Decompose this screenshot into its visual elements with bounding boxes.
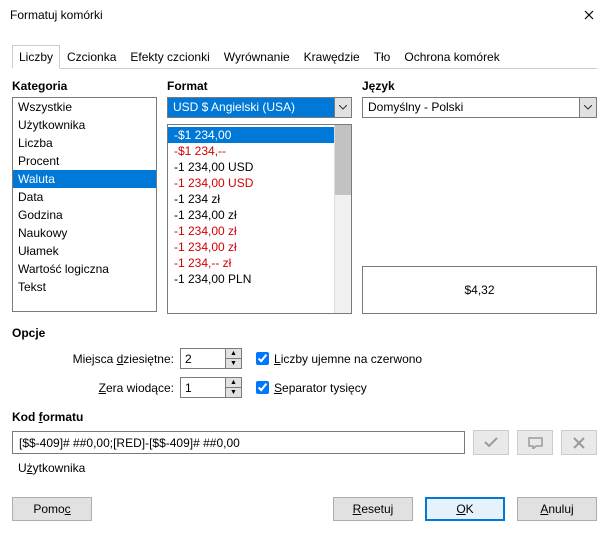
tab-tło[interactable]: Tło (367, 45, 398, 69)
leading-down[interactable]: ▼ (226, 388, 241, 397)
format-listbox[interactable]: -$1 234,00-$1 234,---1 234,00 USD-1 234,… (168, 125, 334, 313)
decimals-label: Miejsca dziesiętne: (73, 352, 174, 366)
apply-code-button[interactable] (473, 430, 509, 455)
format-item[interactable]: -1 234,00 zł (168, 223, 334, 239)
edit-note-button[interactable] (517, 430, 553, 455)
thousands-separator-label: Separator tysięcy (274, 381, 367, 395)
delete-code-button[interactable] (561, 430, 597, 455)
negative-red-label: Liczby ujemne na czerwono (274, 352, 422, 366)
format-label: Format (167, 79, 352, 93)
format-code-input[interactable] (12, 431, 465, 454)
language-combo-button[interactable] (579, 98, 596, 117)
format-combo-text: USD $ Angielski (USA) (168, 98, 334, 117)
category-label: Kategoria (12, 79, 157, 93)
category-item[interactable]: Waluta (13, 170, 156, 188)
window-title: Formatuj komórki (10, 8, 103, 22)
user-format-note: Użytkownika (12, 461, 597, 475)
category-item[interactable]: Użytkownika (13, 116, 156, 134)
category-item[interactable]: Godzina (13, 206, 156, 224)
leading-zeros-spinner[interactable]: ▲ ▼ (180, 377, 242, 398)
format-code-label: Kod formatu (12, 410, 597, 424)
language-label: Język (362, 79, 597, 93)
tab-krawędzie[interactable]: Krawędzie (297, 45, 367, 69)
category-listbox[interactable]: WszystkieUżytkownikaLiczbaProcentWalutaD… (12, 97, 157, 312)
delete-icon (573, 437, 585, 449)
leading-zeros-input[interactable] (181, 378, 225, 397)
decimals-spinner[interactable]: ▲ ▼ (180, 348, 242, 369)
leading-zeros-label: Zera wiodące: (99, 381, 174, 395)
chevron-down-icon (584, 105, 592, 110)
format-item[interactable]: -$1 234,00 (168, 127, 334, 143)
category-item[interactable]: Data (13, 188, 156, 206)
preview-box: $4,32 (362, 266, 597, 314)
category-item[interactable]: Liczba (13, 134, 156, 152)
format-item[interactable]: -1 234,-- zł (168, 255, 334, 271)
close-button[interactable] (569, 0, 609, 30)
category-item[interactable]: Ułamek (13, 242, 156, 260)
decimals-up[interactable]: ▲ (226, 349, 241, 359)
tab-czcionka[interactable]: Czcionka (60, 45, 123, 69)
cancel-button[interactable]: Anuluj (517, 497, 597, 521)
check-icon (484, 437, 498, 448)
tab-liczby[interactable]: Liczby (12, 45, 60, 69)
category-item[interactable]: Wartość logiczna (13, 260, 156, 278)
options-label: Opcje (12, 326, 597, 340)
close-icon (584, 10, 594, 20)
tab-efekty-czcionki[interactable]: Efekty czcionki (123, 45, 216, 69)
format-combo-button[interactable] (334, 98, 351, 117)
decimals-down[interactable]: ▼ (226, 359, 241, 368)
format-item[interactable]: -$1 234,-- (168, 143, 334, 159)
chevron-down-icon (339, 105, 347, 110)
preview-value: $4,32 (464, 283, 494, 297)
tabstrip: LiczbyCzcionkaEfekty czcionkiWyrównanieK… (12, 44, 597, 69)
scrollbar-thumb[interactable] (335, 125, 351, 195)
format-combo[interactable]: USD $ Angielski (USA) (167, 97, 352, 118)
reset-button[interactable]: Resetuj (333, 497, 413, 521)
format-scrollbar[interactable] (334, 125, 351, 313)
ok-button[interactable]: OK (425, 497, 505, 521)
category-item[interactable]: Naukowy (13, 224, 156, 242)
help-button[interactable]: Pomoc (12, 497, 92, 521)
note-icon (528, 437, 543, 449)
format-item[interactable]: -1 234 zł (168, 191, 334, 207)
thousands-separator-checkbox[interactable] (256, 381, 269, 394)
decimals-input[interactable] (181, 349, 225, 368)
format-item[interactable]: -1 234,00 PLN (168, 271, 334, 287)
format-item[interactable]: -1 234,00 zł (168, 207, 334, 223)
tab-wyrównanie[interactable]: Wyrównanie (217, 45, 297, 69)
format-item[interactable]: -1 234,00 zł (168, 239, 334, 255)
format-item[interactable]: -1 234,00 USD (168, 159, 334, 175)
category-item[interactable]: Procent (13, 152, 156, 170)
category-item[interactable]: Wszystkie (13, 98, 156, 116)
category-item[interactable]: Tekst (13, 278, 156, 296)
leading-up[interactable]: ▲ (226, 378, 241, 388)
language-combo[interactable]: Domyślny - Polski (362, 97, 597, 118)
format-item[interactable]: -1 234,00 USD (168, 175, 334, 191)
negative-red-checkbox[interactable] (256, 352, 269, 365)
tab-ochrona-komórek[interactable]: Ochrona komórek (397, 45, 506, 69)
language-combo-text: Domyślny - Polski (363, 98, 579, 117)
